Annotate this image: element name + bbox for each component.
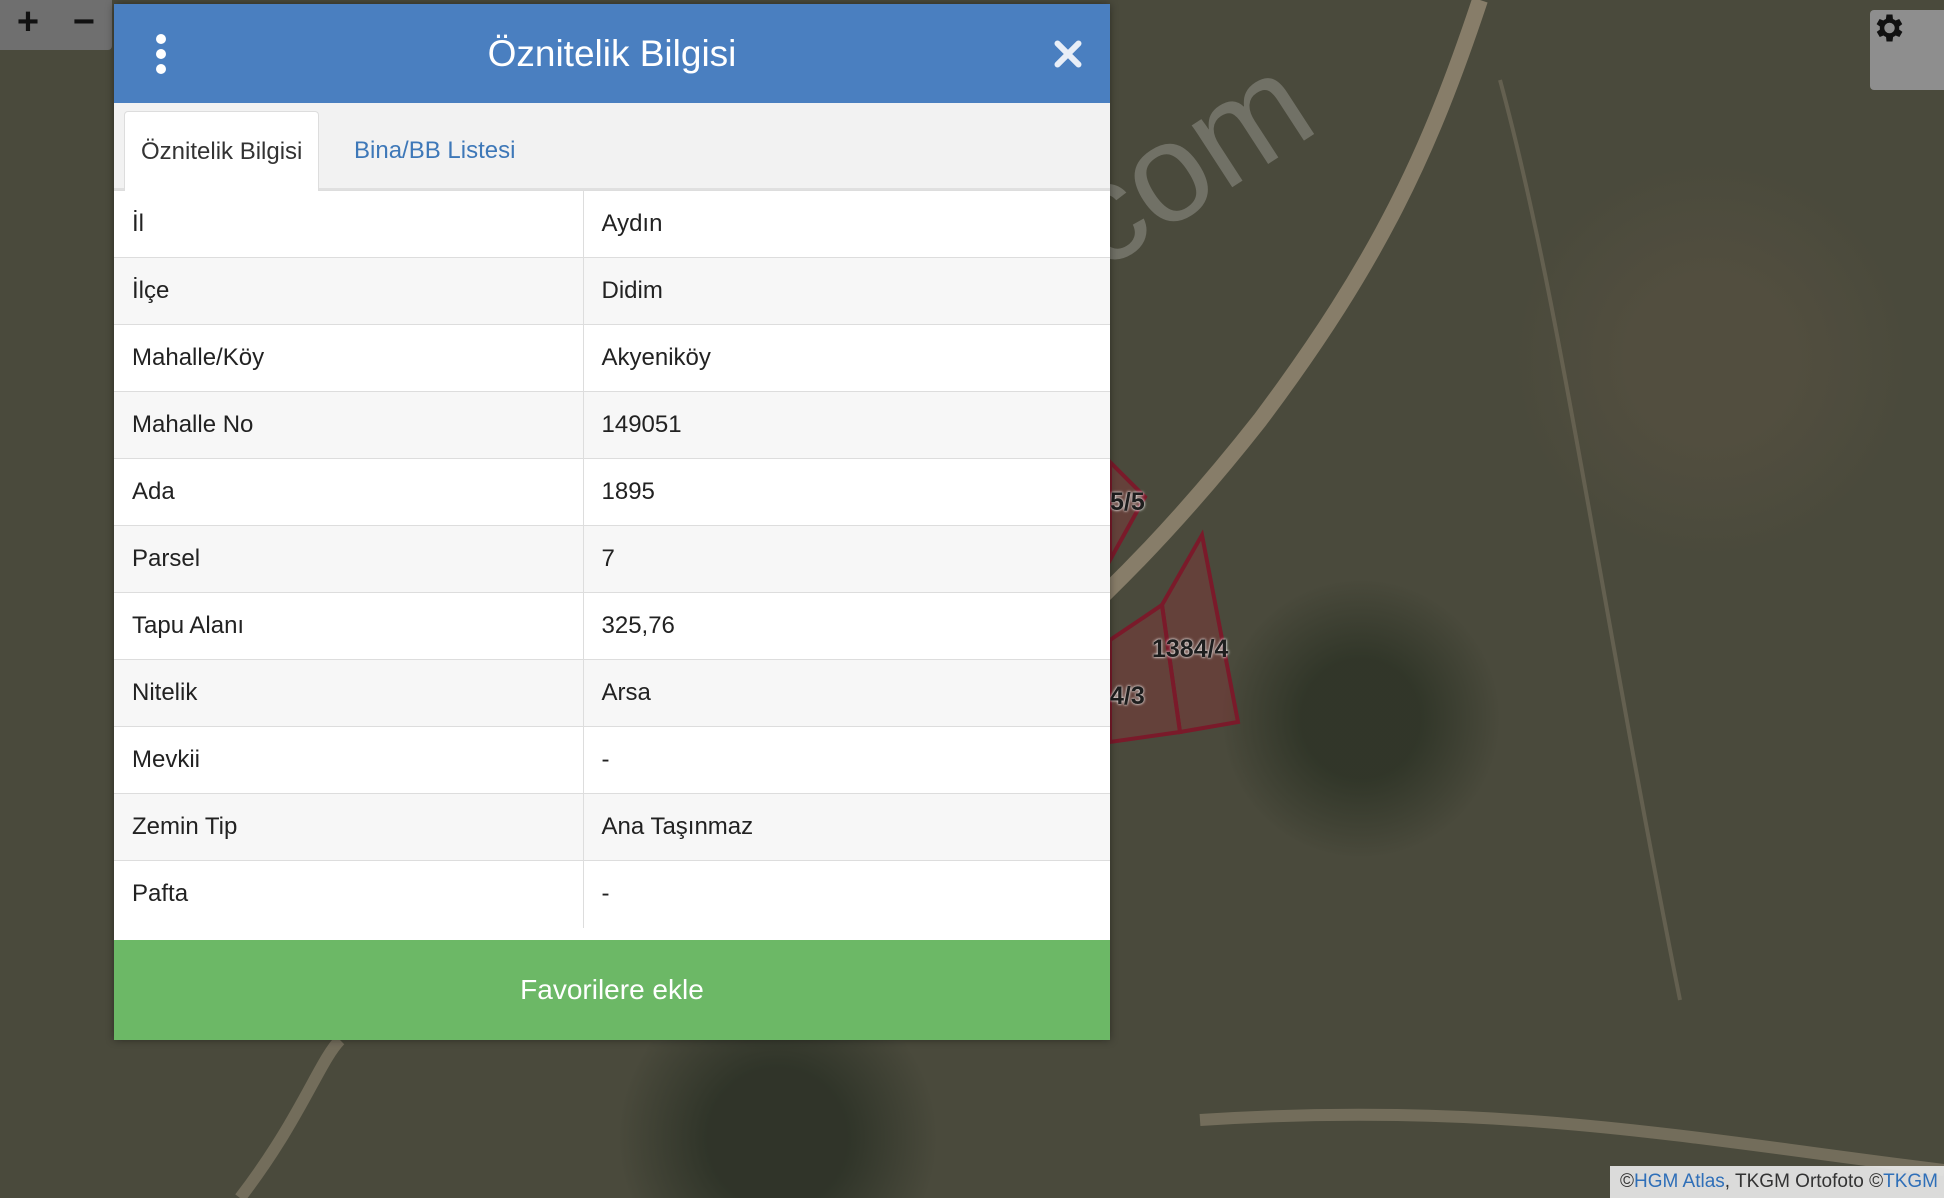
- attribute-key: Tapu Alanı: [114, 592, 584, 660]
- zoom-controls: + −: [0, 0, 112, 50]
- parcel-label: 5/5: [1110, 488, 1145, 516]
- tab-building-list[interactable]: Bina/BB Listesi: [338, 111, 531, 190]
- attribute-value: 7: [583, 525, 1110, 593]
- attribute-value: Ana Taşınmaz: [583, 793, 1110, 861]
- table-row: Zemin Tip Ana Taşınmaz: [114, 793, 1110, 861]
- attribute-value: Aydın: [583, 190, 1110, 258]
- attribute-value: -: [583, 860, 1110, 928]
- table-row: Nitelik Arsa: [114, 659, 1110, 727]
- table-row: Mahalle/Köy Akyeniköy: [114, 324, 1110, 392]
- attribute-key: Mahalle No: [114, 391, 584, 459]
- table-row: İl Aydın: [114, 190, 1110, 258]
- attribute-value: 1895: [583, 458, 1110, 526]
- tkgm-link[interactable]: TKGM: [1883, 1171, 1938, 1193]
- table-row: Pafta -: [114, 860, 1110, 928]
- tab-attribute-info[interactable]: Öznitelik Bilgisi: [124, 111, 320, 191]
- map-attribution: © HGM Atlas , TKGM Ortofoto © TKGM: [1609, 1166, 1944, 1198]
- gear-icon: [1876, 14, 1903, 42]
- add-to-favorites-button[interactable]: Favorilere ekle: [114, 940, 1110, 1040]
- attribute-key: Zemin Tip: [114, 793, 584, 861]
- attribute-key: Nitelik: [114, 659, 584, 727]
- dirt-road: [235, 1035, 345, 1198]
- table-row: Mevkii -: [114, 726, 1110, 794]
- close-icon[interactable]: [1050, 36, 1086, 72]
- attribute-key: Pafta: [114, 860, 584, 928]
- table-row: İlçe Didim: [114, 257, 1110, 325]
- attribute-key: İl: [114, 190, 584, 258]
- table-row: Ada 1895: [114, 458, 1110, 526]
- parcel-label: 1384/4: [1152, 635, 1229, 663]
- attribute-table: İl Aydın İlçe Didim Mahalle/Köy Akyeniköy Maha…: [114, 190, 1110, 928]
- attribute-key: Mahalle/Köy: [114, 324, 584, 392]
- attribute-value: 325,76: [583, 592, 1110, 660]
- attribute-value: Didim: [583, 257, 1110, 325]
- table-row: Parsel 7: [114, 525, 1110, 593]
- attribute-value: 149051: [583, 391, 1110, 459]
- attribute-value: Arsa: [583, 659, 1110, 727]
- settings-button[interactable]: [1870, 10, 1944, 90]
- dialog-title: Öznitelik Bilgisi: [487, 32, 737, 74]
- attribution-middle: , TKGM Ortofoto ©: [1724, 1171, 1884, 1192]
- attribute-key: Mevkii: [114, 726, 584, 794]
- attribute-dialog: Öznitelik Bilgisi Öznitelik Bilgisi Bina…: [114, 4, 1110, 1040]
- table-row: Mahalle No 149051: [114, 391, 1110, 459]
- dialog-header: Öznitelik Bilgisi: [114, 4, 1110, 103]
- attribute-value: Akyeniköy: [583, 324, 1110, 392]
- attribute-value: -: [583, 726, 1110, 794]
- more-vertical-icon[interactable]: [154, 34, 168, 74]
- attribution-prefix: ©: [1619, 1171, 1634, 1192]
- attribute-key: Ada: [114, 458, 584, 526]
- parcel-label: 4/3: [1110, 682, 1145, 710]
- zoom-out-button[interactable]: −: [56, 0, 112, 44]
- tab-bar: Öznitelik Bilgisi Bina/BB Listesi: [114, 103, 1110, 191]
- zoom-in-button[interactable]: +: [0, 0, 56, 44]
- attribute-key: Parsel: [114, 525, 584, 593]
- faint-track: [1498, 79, 1682, 1001]
- hgm-atlas-link[interactable]: HGM Atlas: [1634, 1171, 1725, 1193]
- dirt-road: [1199, 1108, 1944, 1176]
- table-row: Tapu Alanı 325,76: [114, 592, 1110, 660]
- attribute-key: İlçe: [114, 257, 584, 325]
